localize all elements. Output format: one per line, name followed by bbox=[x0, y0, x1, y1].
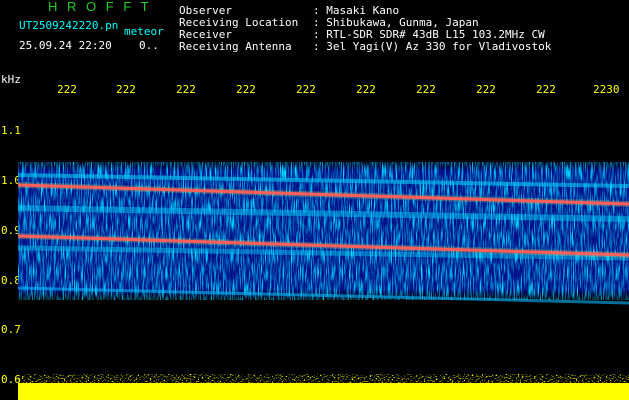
x-tick-5: 222 bbox=[296, 83, 316, 96]
noise-layer-green bbox=[18, 174, 629, 290]
antenna-label: Receiving Antenna bbox=[179, 40, 292, 53]
x-tick-1: 222 bbox=[57, 83, 77, 96]
x-tick-2: 222 bbox=[116, 83, 136, 96]
x-tick-8: 222 bbox=[476, 83, 496, 96]
x-tick-7: 222 bbox=[416, 83, 436, 96]
baseline-floor bbox=[18, 383, 629, 400]
x-tick-3: 222 bbox=[176, 83, 196, 96]
file-name-suffix: meteor bbox=[124, 25, 164, 38]
antenna-value: : 3el Yagi(V) Az 330 for Vladivostok bbox=[313, 40, 552, 53]
x-tick-10: 2230 bbox=[593, 83, 620, 96]
datetime-suffix: 0.. bbox=[139, 39, 159, 52]
y-axis-unit: kHz bbox=[1, 73, 21, 86]
capture-datetime: 25.09.24 22:20 bbox=[19, 39, 112, 52]
x-tick-6: 222 bbox=[356, 83, 376, 96]
spectrogram bbox=[18, 160, 629, 400]
x-tick-9: 222 bbox=[536, 83, 556, 96]
file-name: UT2509242220.pn bbox=[19, 19, 119, 32]
x-tick-4: 222 bbox=[236, 83, 256, 96]
app-title: H R O F F T bbox=[48, 0, 152, 14]
